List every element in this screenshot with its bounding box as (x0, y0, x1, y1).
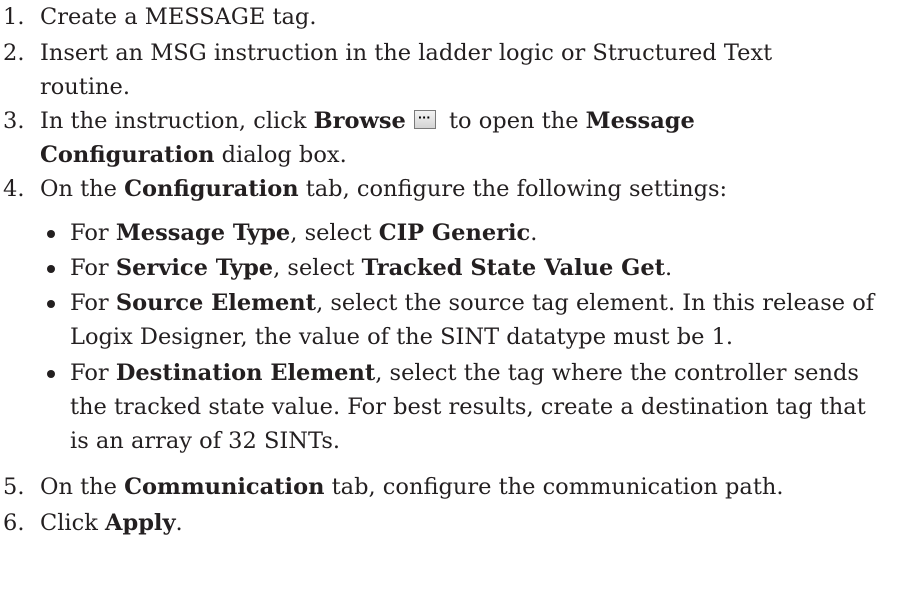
configuration-tab-label: Configuration (124, 176, 299, 202)
step-number: 5. (3, 474, 25, 500)
bullet-text-part: , select the tag where the controller se… (375, 360, 859, 386)
step-text-part: . (175, 510, 183, 536)
bullet-text: For Message Type, select CIP Generic. (70, 216, 537, 250)
message-label: Message (585, 108, 695, 134)
bullet-continuation: the tracked state value. For best result… (70, 394, 866, 420)
cip-generic-label: CIP Generic (378, 220, 531, 246)
bullet-text-part: . (665, 255, 673, 281)
step-text-part: tab, configure the following settings: (298, 176, 728, 202)
step-2-continuation: routine. (40, 74, 130, 100)
step-number: 6. (3, 510, 25, 536)
step-number: 1. (3, 4, 25, 30)
bullet-text-part: For (70, 220, 116, 246)
source-element-label: Source Element (115, 290, 317, 316)
bullet-continuation: is an array of 32 SINTs. (70, 428, 341, 454)
bullet-text: For Source Element, select the source ta… (70, 286, 874, 320)
bullet-text-part: For (70, 255, 116, 281)
step-3-continuation: Configuration dialog box. (40, 138, 347, 172)
bullet-icon (47, 265, 55, 273)
bullet-text-part: , select the source tag element. In this… (316, 290, 875, 316)
destination-element-label: Destination Element (115, 360, 376, 386)
bullet-text-part: For (70, 360, 116, 386)
configuration-label: Configuration (40, 142, 215, 168)
bullet-text-part: , select (273, 255, 362, 281)
step-text-part: dialog box. (214, 142, 347, 168)
step-text: Create a MESSAGE tag. (40, 4, 317, 30)
step-text: Click Apply. (40, 506, 183, 540)
bullet-text-part: For (70, 290, 116, 316)
tracked-state-value-get-label: Tracked State Value Get (361, 255, 666, 281)
step-text: In the instruction, click Browse ··· to o… (40, 104, 695, 138)
service-type-label: Service Type (115, 255, 274, 281)
step-text: Insert an MSG instruction in the ladder … (40, 40, 773, 66)
step-text-part: tab, configure the communication path. (324, 474, 784, 500)
bullet-text: For Service Type, select Tracked State V… (70, 251, 672, 285)
bullet-icon (47, 300, 55, 308)
step-text-part: to open the (441, 108, 586, 134)
step-text-part: Click (40, 510, 105, 536)
step-number: 2. (3, 40, 25, 66)
bullet-icon (47, 230, 55, 238)
ellipsis-button-icon: ··· (413, 110, 436, 129)
step-text-part: In the instruction, click (40, 108, 314, 134)
step-text: On the Configuration tab, configure the … (40, 172, 727, 206)
bullet-continuation: Logix Designer, the value of the SINT da… (70, 324, 734, 350)
bullet-text: For Destination Element, select the tag … (70, 356, 859, 390)
communication-tab-label: Communication (124, 474, 325, 500)
step-number: 4. (3, 176, 25, 202)
browse-label: Browse (313, 108, 406, 134)
step-text: On the Communication tab, configure the … (40, 470, 784, 504)
bullet-icon (47, 370, 55, 378)
bullet-text-part: , select (290, 220, 379, 246)
step-number: 3. (3, 108, 25, 134)
apply-label: Apply (105, 510, 176, 536)
step-text-part: On the (40, 176, 125, 202)
bullet-text-part: . (530, 220, 538, 246)
message-type-label: Message Type (115, 220, 291, 246)
step-text-part: On the (40, 474, 125, 500)
